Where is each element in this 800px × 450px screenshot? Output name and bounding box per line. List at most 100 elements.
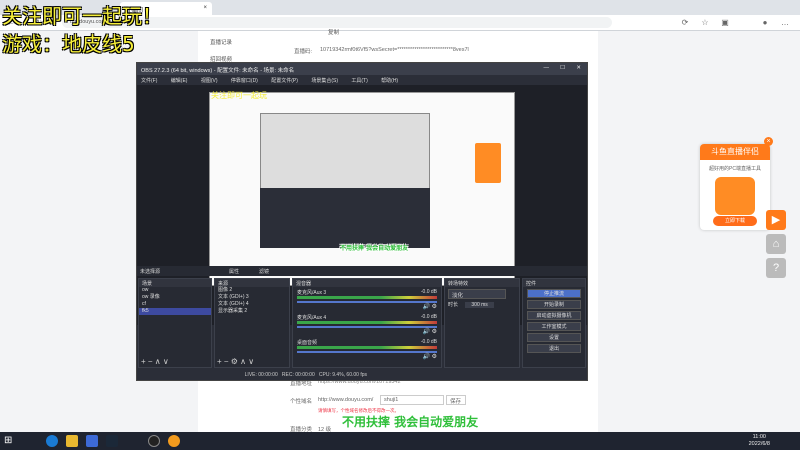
- exit-button[interactable]: 退出: [527, 344, 581, 353]
- preview-captured-screen: 不用扶摔 我会自动爱朋友: [209, 92, 515, 286]
- stream-key-label: 直播码:: [294, 49, 313, 55]
- transition-select[interactable]: 淡化: [448, 289, 506, 299]
- custom-url-input[interactable]: shuji1: [380, 395, 444, 405]
- ad-subtitle: 超好用的PC端直播工具: [709, 166, 761, 172]
- custom-url-prefix: http://www.douyu.com/: [318, 397, 374, 403]
- mixer-channel: 麦克风/Aux 4 -0.0 dB 🔊 ⚙: [293, 312, 441, 337]
- edge-icon[interactable]: [46, 435, 58, 447]
- obs-maximize-icon[interactable]: ☐: [560, 65, 565, 71]
- filters-button[interactable]: 滤镜: [259, 268, 269, 275]
- live-status: LIVE: 00:00:00: [244, 372, 278, 378]
- transitions-dock-title: 转场特效: [445, 279, 519, 287]
- source-controls[interactable]: + − ⚙ ∧ ∨: [217, 357, 254, 366]
- obs-minimize-icon[interactable]: —: [544, 65, 550, 71]
- scene-controls[interactable]: + − ∧ ∨: [141, 357, 169, 366]
- ad-close-icon[interactable]: ×: [764, 137, 773, 146]
- ad-title: 斗鱼直播伴侣: [700, 144, 770, 160]
- transitions-dock: 转场特效 淡化 时长 300 ms: [444, 278, 520, 368]
- source-item[interactable]: 文本 (GDI+) 4: [215, 301, 289, 308]
- mixer-channel: 桌面音频 -0.0 dB 🔊 ⚙: [293, 337, 441, 362]
- mixer-channel-level: -0.0 dB: [420, 289, 437, 295]
- mute-icon[interactable]: 🔊 ⚙: [297, 328, 437, 335]
- custom-url-save-button[interactable]: 保存: [446, 395, 466, 405]
- scenes-dock-title: 场景: [139, 279, 211, 287]
- explorer-icon[interactable]: [66, 435, 78, 447]
- source-item[interactable]: 文本 (GDI+) 3: [215, 294, 289, 301]
- sources-dock: 来源 图像 2 文本 (GDI+) 3 文本 (GDI+) 4 显示器采集 2 …: [214, 278, 290, 368]
- favorite-icon[interactable]: ☆: [700, 18, 710, 28]
- mixer-channel: 麦克风/Aux 3 -0.0 dB 🔊 ⚙: [293, 287, 441, 312]
- menu-tools[interactable]: 工具(T): [351, 78, 367, 84]
- mixer-channel-name: 麦克风/Aux 4: [297, 315, 327, 321]
- mixer-dock-title: 混音器: [293, 279, 441, 287]
- mute-icon[interactable]: 🔊 ⚙: [297, 353, 437, 360]
- mute-icon[interactable]: 🔊 ⚙: [297, 303, 437, 310]
- store-icon[interactable]: [86, 435, 98, 447]
- no-source-label: 未选择源: [140, 269, 161, 275]
- steam-icon[interactable]: [106, 435, 118, 447]
- menu-edit[interactable]: 编辑(E): [171, 78, 188, 84]
- stream-subtitle: 不用扶摔 我会自动爱朋友: [342, 415, 479, 429]
- preview-nested-ad: [475, 143, 501, 183]
- scene-item[interactable]: ow 录像: [139, 294, 211, 301]
- properties-button[interactable]: 属性: [229, 268, 239, 275]
- overlay-game-text: 游戏：地皮线5: [2, 32, 135, 56]
- douyu-logo-icon: [715, 177, 755, 215]
- custom-url-label: 个性域名: [290, 399, 313, 405]
- menu-help[interactable]: 帮助(H): [381, 78, 398, 84]
- obs-taskbar-icon[interactable]: [148, 435, 160, 447]
- volume-meter: [297, 346, 437, 349]
- obs-window: OBS 27.2.3 (64 bit, windows) - 配置文件: 未命名…: [136, 62, 588, 381]
- obs-title-bar: OBS 27.2.3 (64 bit, windows) - 配置文件: 未命名…: [137, 63, 587, 75]
- stop-streaming-button[interactable]: 停止推流: [527, 289, 581, 298]
- virtual-camera-button[interactable]: 启动虚拟摄像机: [527, 311, 581, 320]
- scenes-dock: 场景 ow ow 录像 cf fk5 + − ∧ ∨: [138, 278, 212, 368]
- scene-item[interactable]: cf: [139, 301, 211, 308]
- start-icon[interactable]: ⊞: [4, 435, 12, 446]
- obs-status-bar: LIVE: 00:00:00 REC: 00:00:00 CPU: 9.4%, …: [137, 370, 587, 380]
- mixer-dock: 混音器 麦克风/Aux 3 -0.0 dB 🔊 ⚙ 麦克风/Aux 4 -0.0…: [292, 278, 442, 368]
- menu-profile[interactable]: 配置文件(P): [271, 78, 298, 84]
- sidebar-item-record[interactable]: 直播记录: [210, 38, 232, 46]
- clock-time: 11:00: [752, 434, 766, 440]
- scene-item[interactable]: ow: [139, 287, 211, 294]
- volume-meter: [297, 296, 437, 299]
- obs-menu-bar: 文件(F) 编辑(E) 视图(V) 停靠窗口(D) 配置文件(P) 场景集合(S…: [137, 75, 587, 85]
- ad-download-button[interactable]: 立即下载: [713, 216, 757, 226]
- source-item[interactable]: 显示器采集 2: [215, 308, 289, 315]
- more-icon[interactable]: …: [780, 18, 790, 28]
- menu-docks[interactable]: 停靠窗口(D): [231, 78, 258, 84]
- scene-header-row: 未选择源 属性 滤镜: [137, 266, 587, 276]
- source-item[interactable]: 图像 2: [215, 287, 289, 294]
- play-icon[interactable]: ▶: [766, 210, 786, 230]
- menu-view[interactable]: 视图(V): [201, 78, 218, 84]
- preview-nested-obs: [260, 188, 430, 248]
- profile-icon[interactable]: ●: [760, 18, 770, 28]
- controls-dock: 控件 停止推流 开始录制 启动虚拟摄像机 工作室模式 设置 退出: [522, 278, 586, 368]
- preview-overlay-mini: 关注即可一起玩: [211, 91, 267, 100]
- menu-scene-collection[interactable]: 场景集合(S): [311, 78, 338, 84]
- copy-link[interactable]: 复制: [328, 28, 339, 36]
- close-icon[interactable]: ×: [203, 5, 207, 11]
- system-clock[interactable]: 11:00 2022/6/8: [749, 434, 770, 448]
- controls-dock-title: 控件: [523, 279, 585, 287]
- taskbar: ⊞ 11:00 2022/6/8: [0, 432, 800, 450]
- studio-mode-button[interactable]: 工作室模式: [527, 322, 581, 331]
- mixer-channel-name: 麦克风/Aux 3: [297, 290, 327, 296]
- settings-button[interactable]: 设置: [527, 333, 581, 342]
- translate-icon[interactable]: ⟳: [680, 18, 690, 28]
- mixer-channel-level: -0.0 dB: [420, 339, 437, 345]
- duration-input[interactable]: 300 ms: [465, 302, 494, 308]
- scene-item-selected[interactable]: fk5: [139, 308, 211, 315]
- cpu-status: CPU: 9.4%, 60.00 fps: [318, 372, 367, 378]
- home-icon[interactable]: ⌂: [766, 234, 786, 254]
- obs-title: OBS 27.2.3 (64 bit, windows) - 配置文件: 未命名…: [141, 68, 295, 74]
- start-recording-button[interactable]: 开始录制: [527, 300, 581, 309]
- obs-close-icon[interactable]: ✕: [576, 65, 581, 71]
- stream-key-value: 10719342rmf0t6Vf5?wsSecret=*************…: [320, 47, 469, 53]
- help-icon[interactable]: ?: [766, 258, 786, 278]
- companion-ad[interactable]: 斗鱼直播伴侣 超好用的PC端直播工具 立即下载: [700, 144, 770, 230]
- menu-file[interactable]: 文件(F): [141, 78, 157, 84]
- douyu-taskbar-icon[interactable]: [168, 435, 180, 447]
- collections-icon[interactable]: ▣: [720, 18, 730, 28]
